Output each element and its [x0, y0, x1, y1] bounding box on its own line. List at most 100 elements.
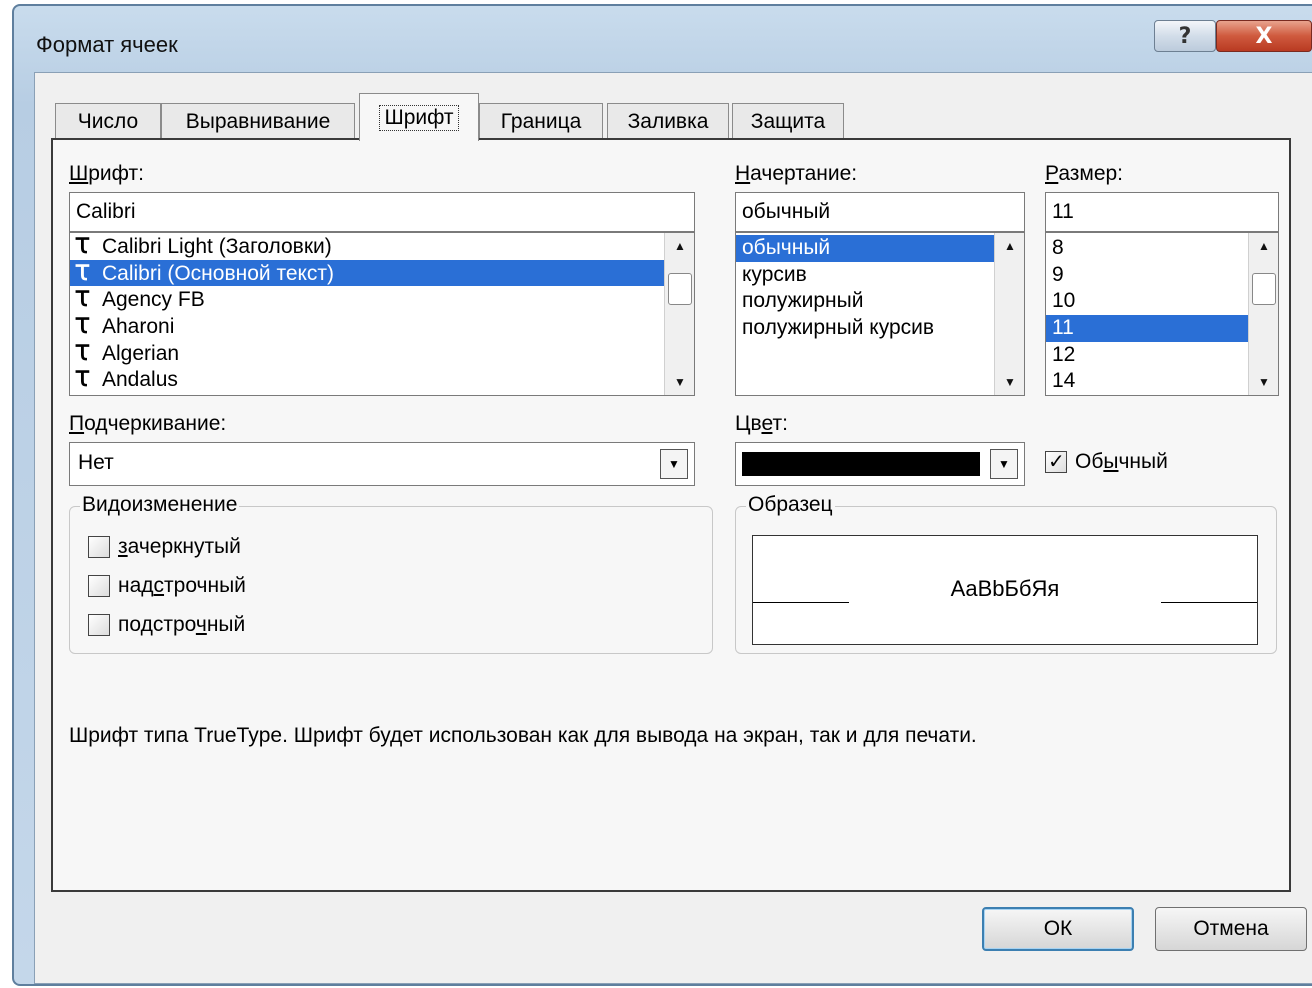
baseline-right: [1161, 602, 1257, 603]
subscript-checkbox[interactable]: подстрочный: [88, 613, 245, 637]
normal-label-accel: ы: [1103, 450, 1119, 473]
list-item-label: 14: [1052, 369, 1076, 393]
scroll-down-icon[interactable]: ▼: [665, 369, 694, 395]
truetype-font-icon: Ꚍ: [76, 259, 89, 285]
font-tab-panel: Шрифт: Calibri Ꚍ Calibri Light (Заголовки…: [51, 138, 1291, 892]
font-name-input[interactable]: Calibri: [69, 192, 695, 232]
cancel-button[interactable]: Отмена: [1155, 907, 1307, 951]
chevron-down-icon[interactable]: ▼: [660, 449, 688, 479]
list-item[interactable]: Ꚍ Andalus: [70, 366, 694, 393]
checkbox-icon[interactable]: [1045, 449, 1067, 474]
size-label: Размер:: [1045, 162, 1123, 186]
preview-box: AaBbБбЯя: [752, 535, 1258, 645]
normal-font-checkbox[interactable]: Обычный: [1045, 449, 1168, 474]
preview-group-title: Образец: [746, 493, 835, 517]
list-item[interactable]: 14: [1046, 368, 1278, 395]
list-item[interactable]: 10: [1046, 288, 1278, 315]
font-description: Шрифт типа TrueType. Шрифт будет использ…: [69, 724, 977, 747]
effects-group-title: Видоизменение: [80, 493, 240, 517]
truetype-font-icon: Ꚍ: [76, 286, 89, 312]
list-item[interactable]: 9: [1046, 262, 1278, 289]
list-item[interactable]: 8: [1046, 235, 1278, 262]
checkbox-label-a: над: [118, 574, 154, 597]
list-item-label: Agency FB: [102, 288, 205, 312]
help-button[interactable]: ?: [1154, 20, 1216, 52]
tab-fill[interactable]: Заливка: [607, 103, 729, 139]
checkbox-icon[interactable]: [88, 614, 110, 637]
list-item[interactable]: 12: [1046, 342, 1278, 369]
size-listbox[interactable]: 8 9 10 11 12 14 ▲ ▼: [1045, 232, 1279, 396]
scroll-thumb[interactable]: [668, 273, 692, 305]
list-item[interactable]: курсив: [736, 262, 1024, 289]
tab-alignment[interactable]: Выравнивание: [161, 103, 355, 139]
color-label: Цвет:: [735, 412, 788, 436]
list-item[interactable]: обычный: [736, 235, 1024, 262]
list-item[interactable]: Ꚍ Aharoni: [70, 313, 694, 340]
size-label-text: азмер:: [1058, 162, 1124, 185]
size-label-accel: Р: [1045, 162, 1059, 185]
font-label: Шрифт:: [69, 162, 144, 186]
scroll-thumb[interactable]: [1252, 273, 1276, 305]
tab-label: Число: [77, 109, 139, 133]
font-list-scrollbar[interactable]: ▲ ▼: [664, 233, 694, 395]
color-label-text-b: т:: [772, 412, 788, 435]
scroll-down-icon[interactable]: ▼: [1249, 369, 1278, 395]
underline-value: Нет: [78, 451, 114, 474]
list-item-label: 12: [1052, 342, 1076, 366]
list-item-label: Aharoni: [102, 315, 175, 339]
color-select[interactable]: ▼: [735, 442, 1025, 486]
list-item[interactable]: Ꚍ Calibri Light (Заголовки): [70, 233, 694, 260]
list-item[interactable]: Ꚍ Calibri (Основной текст): [70, 259, 694, 287]
help-icon: ?: [1178, 23, 1192, 49]
list-item-label: 11: [1052, 316, 1074, 340]
checkbox-icon[interactable]: [88, 536, 110, 559]
checkbox-label-accel: с: [153, 574, 165, 597]
font-listbox[interactable]: Ꚍ Calibri Light (Заголовки) Ꚍ Calibri (Осно…: [69, 232, 695, 396]
preview-sample-text: AaBbБбЯя: [950, 576, 1060, 601]
checkbox-label-a: подстро: [118, 613, 196, 636]
style-listbox[interactable]: обычный курсив полужирный полужирный курсив…: [735, 232, 1025, 396]
list-item[interactable]: полужирный: [736, 288, 1024, 315]
scroll-up-icon[interactable]: ▲: [1249, 233, 1278, 259]
truetype-font-icon: Ꚍ: [76, 313, 89, 339]
tab-label: Граница: [500, 109, 582, 133]
style-input[interactable]: обычный: [735, 192, 1025, 232]
underline-select[interactable]: Нет ▼: [69, 442, 695, 486]
tab-protection[interactable]: Защита: [732, 103, 844, 139]
close-button[interactable]: X: [1216, 20, 1312, 52]
font-label-text: рифт:: [88, 162, 144, 185]
checkbox-icon[interactable]: [88, 575, 110, 598]
scroll-up-icon[interactable]: ▲: [665, 233, 694, 259]
size-list-scrollbar[interactable]: ▲ ▼: [1248, 233, 1278, 395]
scroll-down-icon[interactable]: ▼: [995, 369, 1024, 395]
style-label-accel: Н: [735, 162, 751, 185]
checkbox-label-accel: ч: [195, 613, 207, 636]
ok-button[interactable]: ОК: [982, 907, 1134, 951]
list-item[interactable]: Ꚍ Algerian: [70, 340, 694, 367]
underline-label-accel: П: [69, 412, 85, 435]
dialog-title: Формат ячеек: [36, 32, 178, 57]
effects-group: Видоизменение зачеркнутый надстрочный по…: [69, 493, 713, 654]
format-cells-dialog: Формат ячеек ? X Число Выравнивание Шриф…: [12, 4, 1312, 986]
tab-label: Шрифт: [379, 104, 459, 131]
normal-label-b: чный: [1118, 450, 1168, 473]
tab-label: Выравнивание: [185, 109, 331, 133]
baseline-left: [753, 602, 849, 603]
tab-font[interactable]: Шрифт: [359, 93, 479, 141]
scroll-up-icon[interactable]: ▲: [995, 233, 1024, 259]
list-item-label: курсив: [742, 262, 807, 286]
list-item[interactable]: 11: [1046, 315, 1278, 342]
tab-border[interactable]: Граница: [479, 103, 603, 139]
font-label-accel: Ш: [69, 162, 89, 185]
style-list-scrollbar[interactable]: ▲ ▼: [994, 233, 1024, 395]
list-item[interactable]: полужирный курсив: [736, 315, 1024, 342]
chevron-down-icon[interactable]: ▼: [990, 449, 1018, 479]
list-item-label: Calibri (Основной текст): [102, 261, 335, 285]
list-item[interactable]: Ꚍ Agency FB: [70, 286, 694, 313]
strikethrough-checkbox[interactable]: зачеркнутый: [88, 535, 241, 559]
style-label-text: ачертание:: [750, 162, 858, 185]
tab-number[interactable]: Число: [55, 103, 161, 139]
superscript-checkbox[interactable]: надстрочный: [88, 574, 246, 598]
size-input[interactable]: 11: [1045, 192, 1279, 232]
list-item-label: 9: [1052, 262, 1064, 286]
